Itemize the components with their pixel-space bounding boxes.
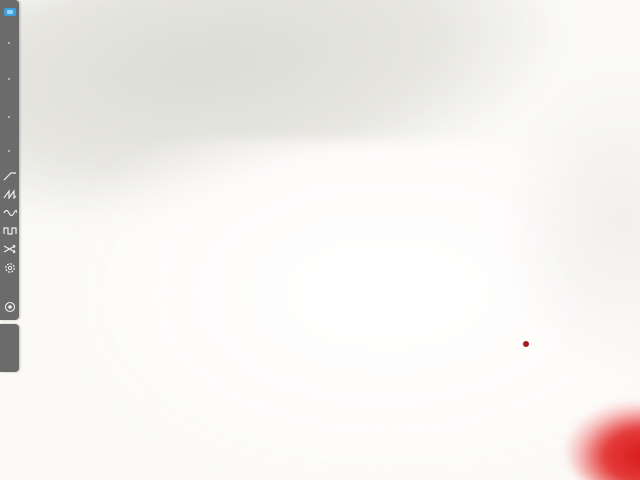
tool-shuffle[interactable] bbox=[0, 241, 19, 257]
red-marker bbox=[523, 341, 529, 347]
sawtooth-wave-icon bbox=[3, 189, 16, 199]
lower-toolbar-panel[interactable] bbox=[0, 324, 19, 372]
camera-view bbox=[0, 0, 640, 480]
tool-record[interactable] bbox=[0, 299, 19, 315]
active-tool-icon bbox=[3, 8, 16, 16]
toolbar-separator bbox=[8, 78, 10, 80]
shuffle-icon bbox=[3, 244, 16, 254]
record-icon bbox=[4, 301, 15, 313]
tool-sine[interactable] bbox=[0, 205, 19, 221]
toolbar-separator bbox=[8, 116, 10, 118]
tool-ramp[interactable] bbox=[0, 168, 19, 184]
toolbar-separator bbox=[8, 150, 10, 152]
square-wave-icon bbox=[2, 227, 17, 235]
tool-active[interactable] bbox=[0, 4, 19, 20]
sine-wave-icon bbox=[2, 209, 17, 217]
tool-square[interactable] bbox=[0, 223, 19, 239]
tool-settings[interactable] bbox=[0, 260, 19, 276]
background-fade bbox=[500, 60, 640, 380]
toolbar-separator bbox=[8, 42, 10, 44]
ramp-wave-icon bbox=[3, 172, 16, 181]
left-toolbar bbox=[0, 0, 19, 320]
settings-icon bbox=[4, 263, 15, 273]
tool-sawtooth[interactable] bbox=[0, 186, 19, 202]
